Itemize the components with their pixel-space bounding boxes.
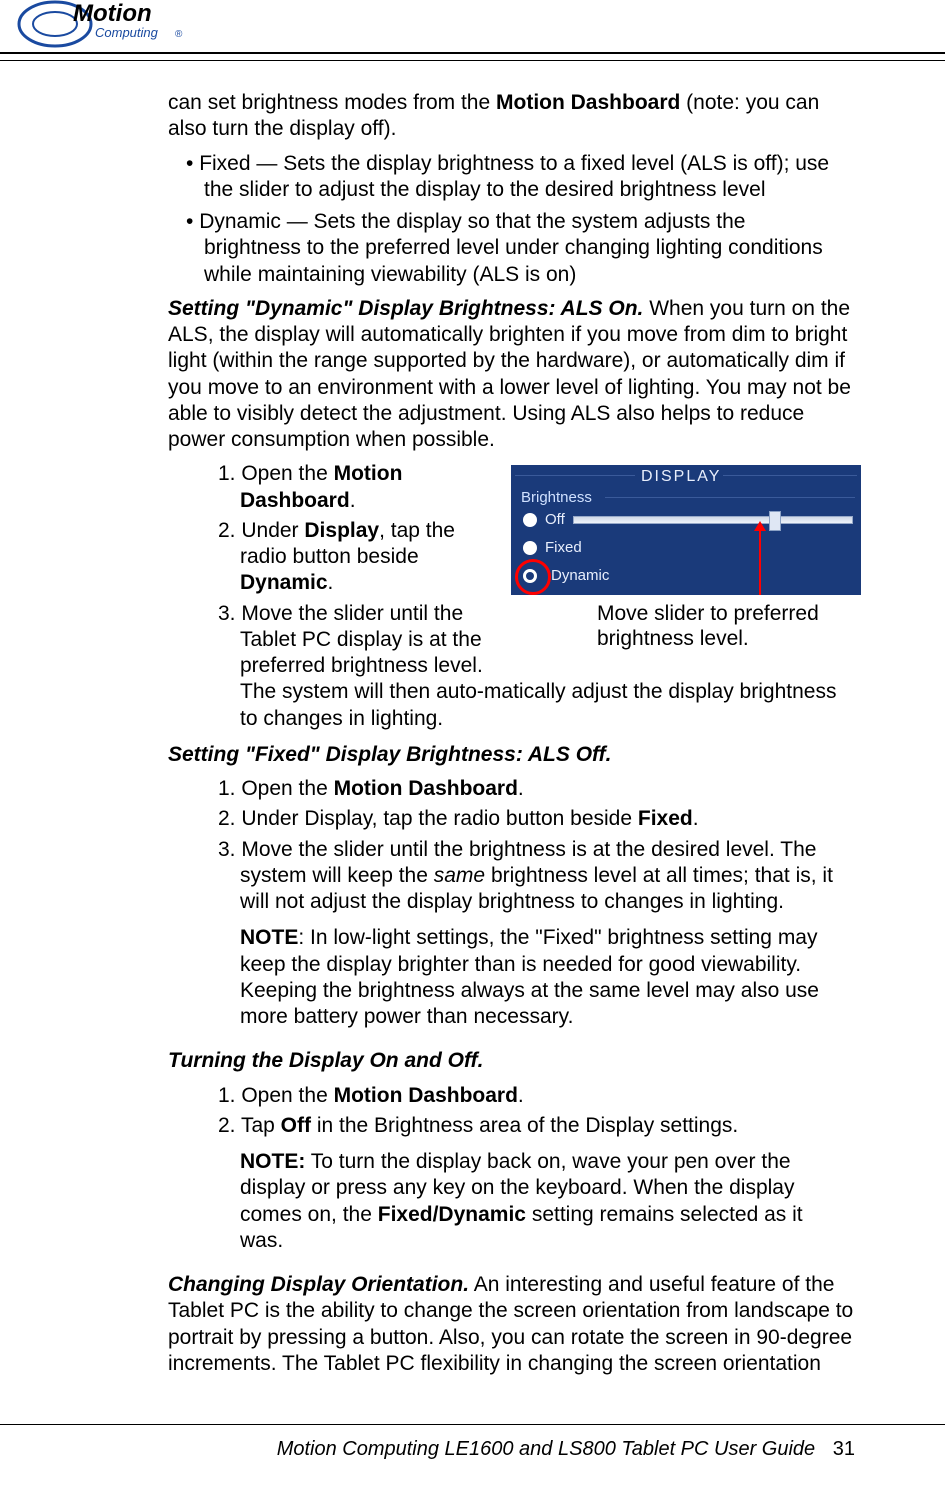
text: 2. Under Display, tap the radio button b… [218, 807, 638, 830]
radio-fixed-label: Fixed [545, 539, 582, 558]
text: . [693, 807, 699, 830]
brightness-figure: DISPLAY Brightness Off Fixed [511, 465, 861, 651]
dyn-step-1: 1. Open the Motion Dashboard. [168, 461, 477, 514]
text: . [328, 571, 334, 594]
motion-dashboard-panel: DISPLAY Brightness Off Fixed [511, 465, 861, 595]
text-bold: Fixed/Dynamic [378, 1203, 526, 1226]
brightness-row-off: Off [523, 509, 853, 531]
note-label: NOTE: [240, 1150, 305, 1173]
brightness-row-dynamic: Dynamic [523, 565, 853, 587]
section-heading: Setting "Dynamic" Display Brightness: AL… [168, 297, 643, 320]
text-italic: same [434, 864, 485, 887]
note-label: NOTE [240, 926, 298, 949]
brightness-mode-bullets: Fixed — Sets the display brightness to a… [168, 151, 855, 288]
header-rule-thick [0, 52, 945, 54]
fixed-steps: 1. Open the Motion Dashboard. 2. Under D… [168, 776, 855, 915]
brand-logo: Motion Computing ® [15, 0, 205, 53]
fixed-step-3: 3. Move the slider until the brightness … [168, 837, 837, 916]
orientation-paragraph: Changing Display Orientation. An interes… [168, 1272, 855, 1377]
fixed-heading: Setting "Fixed" Display Brightness: ALS … [168, 742, 855, 768]
note-fixed-brightness: NOTE: In low-light settings, the "Fixed"… [240, 925, 837, 1030]
text: . [518, 1084, 524, 1107]
radio-off-label: Off [545, 511, 565, 530]
text: 1. Open the [218, 462, 334, 485]
rule-icon [515, 475, 635, 476]
fixed-step-1: 1. Open the Motion Dashboard. [168, 776, 837, 802]
slider-thumb-icon[interactable] [769, 511, 781, 531]
page-footer: Motion Computing LE1600 and LS800 Tablet… [277, 1438, 855, 1461]
brightness-slider-off[interactable] [573, 516, 853, 524]
panel-title: DISPLAY [641, 467, 721, 487]
page-header: Motion Computing ® [60, 0, 885, 60]
onoff-steps: 1. Open the Motion Dashboard. 2. Tap Off… [168, 1083, 855, 1140]
footer-title: Motion Computing LE1600 and LS800 Tablet… [277, 1438, 816, 1460]
text: in the Brightness area of the Display se… [311, 1114, 738, 1137]
bullet-fixed: Fixed — Sets the display brightness to a… [168, 151, 837, 204]
dyn-step-2: 2. Under Display, tap the radio button b… [168, 518, 477, 597]
annotation-arrow-icon [759, 523, 761, 595]
svg-text:Computing: Computing [95, 25, 159, 40]
brightness-label: Brightness [521, 489, 592, 508]
text-bold: Motion Dashboard [334, 777, 518, 800]
text: . [518, 777, 524, 800]
text-bold: Motion Dashboard [334, 1084, 518, 1107]
header-rule-thin [0, 60, 945, 61]
text-bold: Fixed [638, 807, 693, 830]
figure-caption: Move slider to preferred brightness leve… [597, 601, 861, 651]
note-body: : In low-light settings, the "Fixed" bri… [240, 926, 819, 1028]
bullet-dynamic: Dynamic — Sets the display so that the s… [168, 209, 837, 288]
body-text-column: can set brightness modes from the Motion… [168, 60, 855, 1377]
text-bold: Off [281, 1114, 311, 1137]
dynamic-steps: 1. Open the Motion Dashboard. 2. Under D… [168, 461, 495, 732]
dynamic-heading-paragraph: Setting "Dynamic" Display Brightness: AL… [168, 296, 855, 454]
radio-dynamic-label: Dynamic [551, 567, 609, 586]
section-heading: Changing Display Orientation. [168, 1273, 469, 1296]
brightness-row-fixed: Fixed [523, 537, 853, 559]
onoff-step-1: 1. Open the Motion Dashboard. [168, 1083, 837, 1109]
onoff-step-2: 2. Tap Off in the Brightness area of the… [168, 1113, 837, 1139]
text-bold: Motion Dashboard [496, 91, 680, 114]
text: 2. Under [218, 519, 304, 542]
radio-off[interactable] [523, 513, 537, 527]
footer-rule [0, 1424, 945, 1425]
svg-text:Motion: Motion [73, 0, 152, 27]
text: can set brightness modes from the [168, 91, 496, 114]
onoff-heading: Turning the Display On and Off. [168, 1048, 855, 1074]
fixed-step-2: 2. Under Display, tap the radio button b… [168, 806, 837, 832]
rule-icon [723, 475, 857, 476]
annotation-circle-icon [515, 559, 551, 595]
text: 1. Open the [218, 777, 334, 800]
text: 1. Open the [218, 1084, 334, 1107]
intro-paragraph: can set brightness modes from the Motion… [168, 90, 855, 143]
page-number: 31 [833, 1438, 855, 1460]
text: . [350, 489, 356, 512]
radio-fixed[interactable] [523, 541, 537, 555]
text-bold: Display [304, 519, 379, 542]
svg-text:®: ® [175, 29, 183, 40]
text-bold: Dynamic [240, 571, 328, 594]
text: 2. Tap [218, 1114, 281, 1137]
note-turn-back-on: NOTE: To turn the display back on, wave … [240, 1149, 837, 1254]
rule-icon [605, 497, 855, 498]
